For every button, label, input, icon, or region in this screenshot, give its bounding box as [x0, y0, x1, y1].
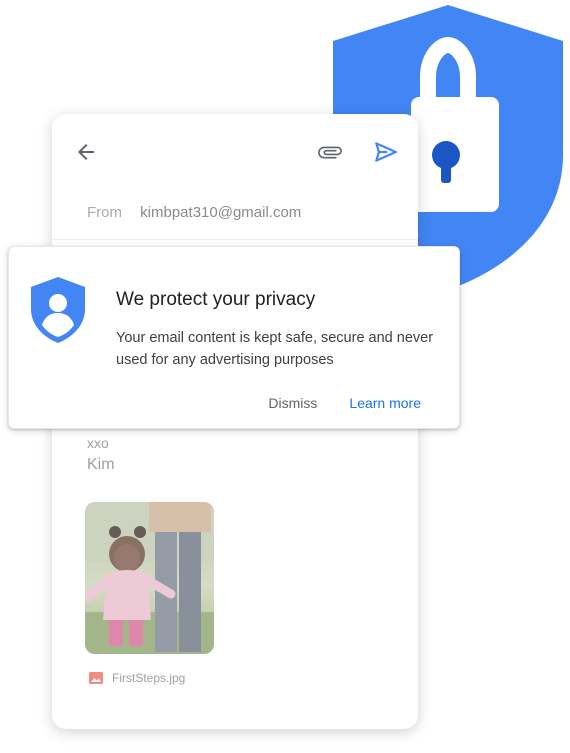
- paperclip-icon: [318, 146, 342, 159]
- email-signoff: xxo Kim: [87, 432, 115, 476]
- shield-person-icon: [31, 277, 85, 343]
- attachment-name: FirstSteps.jpg: [112, 671, 186, 685]
- send-button[interactable]: [372, 138, 400, 166]
- back-arrow-icon: [78, 144, 94, 160]
- learn-more-link[interactable]: Learn more: [349, 395, 421, 411]
- from-label: From: [87, 204, 122, 221]
- sender-name: Kim: [87, 456, 115, 473]
- privacy-notice-card: We protect your privacy Your email conte…: [8, 246, 460, 429]
- attachment-chip[interactable]: FirstSteps.jpg: [89, 671, 185, 685]
- photo-thumbnail[interactable]: [85, 502, 214, 654]
- attach-button[interactable]: [316, 138, 344, 166]
- signoff-text: xxo: [87, 435, 109, 451]
- illustration: From kimbpat310@gmail.com xxo Kim FirstS…: [0, 0, 570, 753]
- back-button[interactable]: [72, 138, 100, 166]
- compose-toolbar: [52, 138, 418, 166]
- from-email[interactable]: kimbpat310@gmail.com: [140, 204, 301, 221]
- send-icon: [375, 142, 397, 162]
- image-icon: [89, 672, 103, 684]
- privacy-body: Your email content is kept safe, secure …: [116, 330, 434, 368]
- privacy-title: We protect your privacy: [116, 289, 316, 310]
- divider: [52, 239, 418, 240]
- from-row: From kimbpat310@gmail.com: [87, 204, 301, 221]
- dismiss-button[interactable]: Dismiss: [268, 395, 317, 411]
- privacy-actions: Dismiss Learn more: [268, 395, 421, 411]
